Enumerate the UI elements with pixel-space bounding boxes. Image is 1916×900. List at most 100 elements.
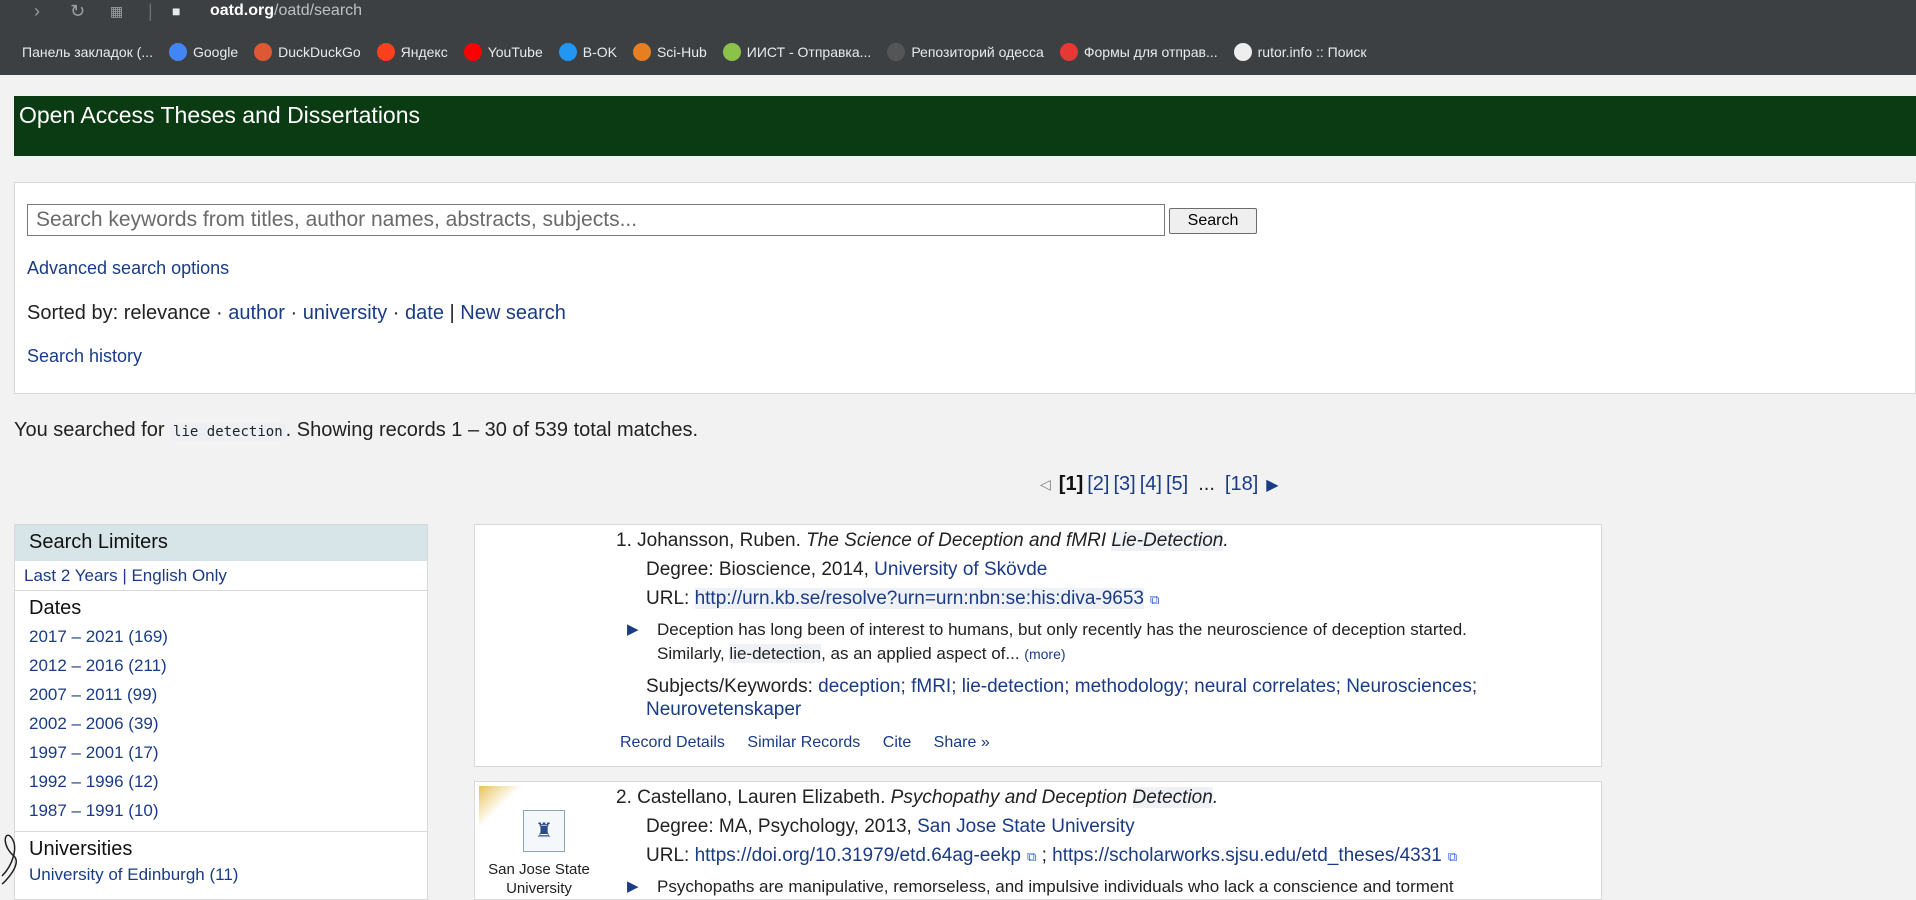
english-only-link[interactable]: English Only xyxy=(131,566,226,585)
last-page-link[interactable]: [18] xyxy=(1225,473,1258,496)
search-button[interactable]: Search xyxy=(1169,208,1257,234)
result-abstract: ▶ Deception has long been of interest to… xyxy=(627,618,1587,666)
bookmark-item[interactable]: Репозиторий одесса xyxy=(887,43,1044,61)
search-limiters: Search Limiters Last 2 Years | English O… xyxy=(14,524,428,900)
next-page-icon[interactable]: ▶ xyxy=(1266,475,1278,495)
address-bar[interactable]: › ↻ ▦ | ■ oatd.org/oatd/search xyxy=(0,0,1916,24)
bookmark-label: ИИСТ - Отправка... xyxy=(746,44,872,60)
external-link-icon[interactable]: ⧉ xyxy=(1448,849,1457,864)
new-search-link[interactable]: New search xyxy=(460,302,566,324)
record-url-link[interactable]: https://scholarworks.sjsu.edu/etd_theses… xyxy=(1052,845,1442,866)
page-link[interactable]: [5] xyxy=(1166,473,1188,496)
similar-records-link[interactable]: Similar Records xyxy=(747,734,860,751)
result-url: URL: http://urn.kb.se/resolve?urn=urn:nb… xyxy=(646,588,1159,610)
result-abstract: ▶ Psychopaths are manipulative, remorsel… xyxy=(627,875,1587,899)
bookmark-item[interactable]: Sci-Hub xyxy=(632,43,707,61)
date-filter[interactable]: 1992 – 1996 (12) xyxy=(29,767,413,796)
result-number: 1. xyxy=(616,530,632,551)
bookmark-item[interactable]: Формы для отправ... xyxy=(1059,43,1218,61)
result-title-highlight: Lie-Detection xyxy=(1111,530,1224,551)
date-range-link[interactable]: 2007 – 2011 xyxy=(29,685,122,704)
url-text[interactable]: oatd.org/oatd/search xyxy=(210,2,362,20)
date-filter[interactable]: 2007 – 2011 (99) xyxy=(29,680,413,709)
result-card: 1. Johansson, Ruben. The Science of Dece… xyxy=(474,524,1602,767)
universities-title: Universities xyxy=(29,838,133,860)
browser-chrome: › ↻ ▦ | ■ oatd.org/oatd/search Панель за… xyxy=(0,0,1916,75)
advanced-search-link[interactable]: Advanced search options xyxy=(27,258,229,279)
date-filter[interactable]: 1997 – 2001 (17) xyxy=(29,738,413,767)
result-title-end: . xyxy=(1223,530,1229,551)
university-link[interactable]: University of Skövde xyxy=(874,559,1047,580)
date-filter[interactable]: 2017 – 2021 (169) xyxy=(29,622,413,651)
sort-separator: · xyxy=(392,302,400,324)
date-range-link[interactable]: 1997 – 2001 xyxy=(29,743,124,762)
date-range-link[interactable]: 2017 – 2021 xyxy=(29,627,124,646)
tabs-grid-icon[interactable]: ▦ xyxy=(110,0,123,22)
reload-icon[interactable]: ↻ xyxy=(70,0,85,22)
bookmark-item[interactable]: DuckDuckGo xyxy=(254,43,361,61)
bookmark-label: Репозиторий одесса xyxy=(911,44,1044,60)
record-url-link[interactable]: https://doi.org/10.31979/etd.64ag-eekp xyxy=(695,845,1021,866)
bookmark-item[interactable]: ИИСТ - Отправка... xyxy=(722,43,872,61)
sort-university-link[interactable]: university xyxy=(303,302,387,324)
page-link[interactable]: [4] xyxy=(1140,473,1162,496)
prev-page-icon: ◁ xyxy=(1040,476,1051,492)
page-link[interactable]: [2] xyxy=(1087,473,1109,496)
university-filter[interactable]: University of Edinburgh (11) xyxy=(29,863,413,887)
degree-text: Degree: Bioscience, 2014, xyxy=(646,559,869,580)
result-number: 2. xyxy=(616,787,632,808)
date-range-link[interactable]: 1992 – 1996 xyxy=(29,772,124,791)
expand-arrow-icon[interactable]: ▶ xyxy=(627,618,639,642)
bookmark-label: Панель закладок (... xyxy=(22,44,153,60)
record-details-link[interactable]: Record Details xyxy=(620,734,725,751)
abstract-line: Similarly, xyxy=(657,644,725,663)
abstract-text: Psychopaths are manipulative, remorseles… xyxy=(657,877,1454,896)
dates-title: Dates xyxy=(29,597,82,619)
page-link[interactable]: [3] xyxy=(1113,473,1135,496)
last-2-years-link[interactable]: Last 2 Years xyxy=(24,566,118,585)
university-thumbnail[interactable]: ♜ San Jose State University xyxy=(479,786,599,899)
bookmarks-bar: Панель закладок (... Google DuckDuckGo Янде… xyxy=(0,40,1382,64)
separator: | xyxy=(148,1,153,21)
expand-arrow-icon[interactable]: ▶ xyxy=(627,875,639,899)
date-count: (10) xyxy=(128,801,159,820)
bookmark-label: rutor.info :: Поиск xyxy=(1257,44,1367,60)
university-name[interactable]: University of Edinburgh xyxy=(29,865,205,884)
date-range-link[interactable]: 1987 – 1991 xyxy=(29,801,124,820)
bookmark-label: Google xyxy=(193,44,239,60)
scihub-icon xyxy=(632,43,651,61)
result-subjects: Subjects/Keywords: deception; fMRI; lie-… xyxy=(646,675,1566,721)
date-filter[interactable]: 1987 – 1991 (10) xyxy=(29,796,413,825)
bookmark-item[interactable]: B-OK xyxy=(558,43,617,61)
cite-link[interactable]: Cite xyxy=(883,734,911,751)
sort-date-link[interactable]: date xyxy=(405,302,444,324)
subjects-links[interactable]: deception; fMRI; lie-detection; methodol… xyxy=(818,676,1477,697)
bookmark-item[interactable]: rutor.info :: Поиск xyxy=(1233,43,1367,61)
limiters-title: Search Limiters xyxy=(15,525,427,561)
date-range-link[interactable]: 2002 – 2006 xyxy=(29,714,124,733)
search-history-link[interactable]: Search history xyxy=(27,346,142,367)
bookmark-item[interactable]: Панель закладок (... xyxy=(22,44,153,60)
date-range-link[interactable]: 2012 – 2016 xyxy=(29,656,124,675)
page-info-icon[interactable]: ■ xyxy=(172,0,180,22)
date-filter[interactable]: 2012 – 2016 (211) xyxy=(29,651,413,680)
summary-prefix: You searched for xyxy=(14,419,165,441)
subjects-link[interactable]: Neurovetenskaper xyxy=(646,699,801,720)
forward-icon[interactable]: › xyxy=(34,0,40,22)
bookmark-item[interactable]: YouTube xyxy=(463,43,543,61)
search-input[interactable] xyxy=(27,204,1165,236)
date-filter[interactable]: 2002 – 2006 (39) xyxy=(29,709,413,738)
external-link-icon[interactable]: ⧉ xyxy=(1150,592,1159,607)
sort-author-link[interactable]: author xyxy=(228,302,285,324)
more-link[interactable]: (more) xyxy=(1024,646,1065,662)
bookmark-item[interactable]: Яндекс xyxy=(376,43,448,61)
university-link[interactable]: San Jose State University xyxy=(917,816,1135,837)
record-url-link[interactable]: http://urn.kb.se/resolve?urn=urn:nbn:se:… xyxy=(694,588,1144,609)
site-title[interactable]: Open Access Theses and Dissertations xyxy=(19,102,420,129)
external-link-icon[interactable]: ⧉ xyxy=(1027,849,1036,864)
google-icon xyxy=(169,43,187,61)
sort-separator: · xyxy=(290,302,298,324)
share-link[interactable]: Share » xyxy=(934,734,990,751)
bookmark-item[interactable]: Google xyxy=(169,43,238,61)
abstract-line: Deception has long been of interest to h… xyxy=(657,620,1467,639)
